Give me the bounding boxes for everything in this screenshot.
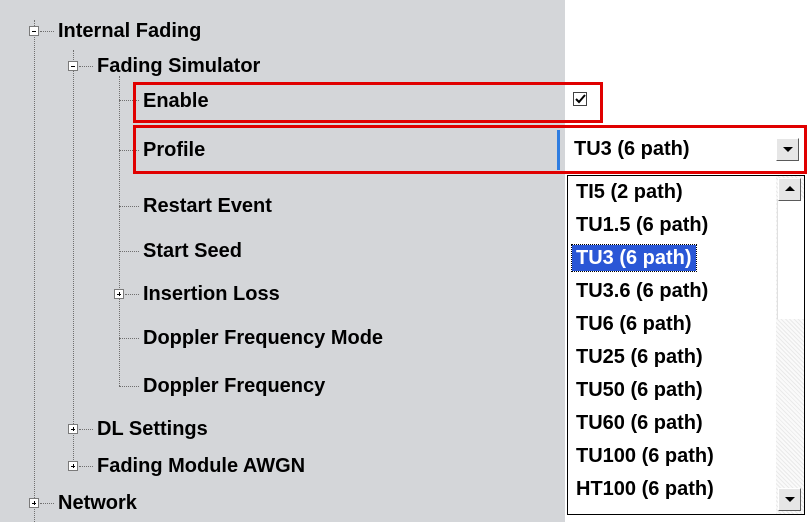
scroll-up-arrow-icon[interactable] [778, 178, 801, 201]
profile-option[interactable]: TU60 (6 path) [572, 410, 707, 436]
profile-option[interactable]: TI5 (2 path) [572, 179, 687, 205]
profile-option[interactable]: TU25 (6 path) [572, 344, 707, 370]
tree-item-internal-fading[interactable]: Internal Fading [58, 19, 201, 43]
tree-item-dl-settings[interactable]: DL Settings [97, 417, 208, 441]
settings-tree: Internal Fading Fading Simulator Enable … [0, 0, 565, 522]
tree-connector [119, 76, 120, 386]
tree-connector [79, 429, 93, 430]
profile-option[interactable]: TU100 (6 path) [572, 443, 718, 469]
tree-connector [73, 50, 74, 466]
profile-option[interactable]: HT100 (6 path) [572, 476, 718, 502]
profile-dropdown-list: TI5 (2 path) TU1.5 (6 path) TU3 (6 path)… [567, 175, 805, 515]
tree-connector [79, 66, 93, 67]
expand-icon[interactable] [29, 498, 39, 508]
collapse-icon[interactable] [68, 61, 78, 71]
tree-item-start-seed[interactable]: Start Seed [143, 239, 242, 263]
profile-option[interactable]: TU3.6 (6 path) [572, 278, 712, 304]
tree-item-network[interactable]: Network [58, 491, 137, 515]
tree-connector [40, 503, 54, 504]
profile-option[interactable]: TU50 (6 path) [572, 377, 707, 403]
expand-icon[interactable] [68, 461, 78, 471]
column-divider [557, 130, 560, 170]
tree-item-insertion-loss[interactable]: Insertion Loss [143, 282, 280, 306]
tree-connector [119, 386, 139, 387]
tree-connector [125, 294, 139, 295]
tree-item-fading-module-awgn[interactable]: Fading Module AWGN [97, 454, 305, 478]
profile-option[interactable]: TU6 (6 path) [572, 311, 696, 337]
tree-connector [34, 20, 35, 522]
tree-item-restart-event[interactable]: Restart Event [143, 194, 272, 218]
enable-row-highlight [133, 82, 603, 123]
profile-row-highlight [133, 125, 807, 174]
tree-item-doppler-frequency-mode[interactable]: Doppler Frequency Mode [143, 326, 383, 350]
tree-item-doppler-frequency[interactable]: Doppler Frequency [143, 374, 325, 398]
scrollbar-thumb[interactable] [777, 199, 804, 319]
scroll-down-arrow-icon[interactable] [778, 488, 801, 511]
tree-item-fading-simulator[interactable]: Fading Simulator [97, 54, 260, 78]
tree-connector [79, 466, 93, 467]
tree-connector [119, 206, 139, 207]
profile-option-selected[interactable]: TU3 (6 path) [571, 244, 697, 272]
expand-icon[interactable] [68, 424, 78, 434]
profile-option[interactable]: TU1.5 (6 path) [572, 212, 712, 238]
expand-icon[interactable] [114, 289, 124, 299]
tree-connector [119, 251, 139, 252]
tree-connector [40, 31, 54, 32]
collapse-icon[interactable] [29, 26, 39, 36]
tree-connector [119, 338, 139, 339]
